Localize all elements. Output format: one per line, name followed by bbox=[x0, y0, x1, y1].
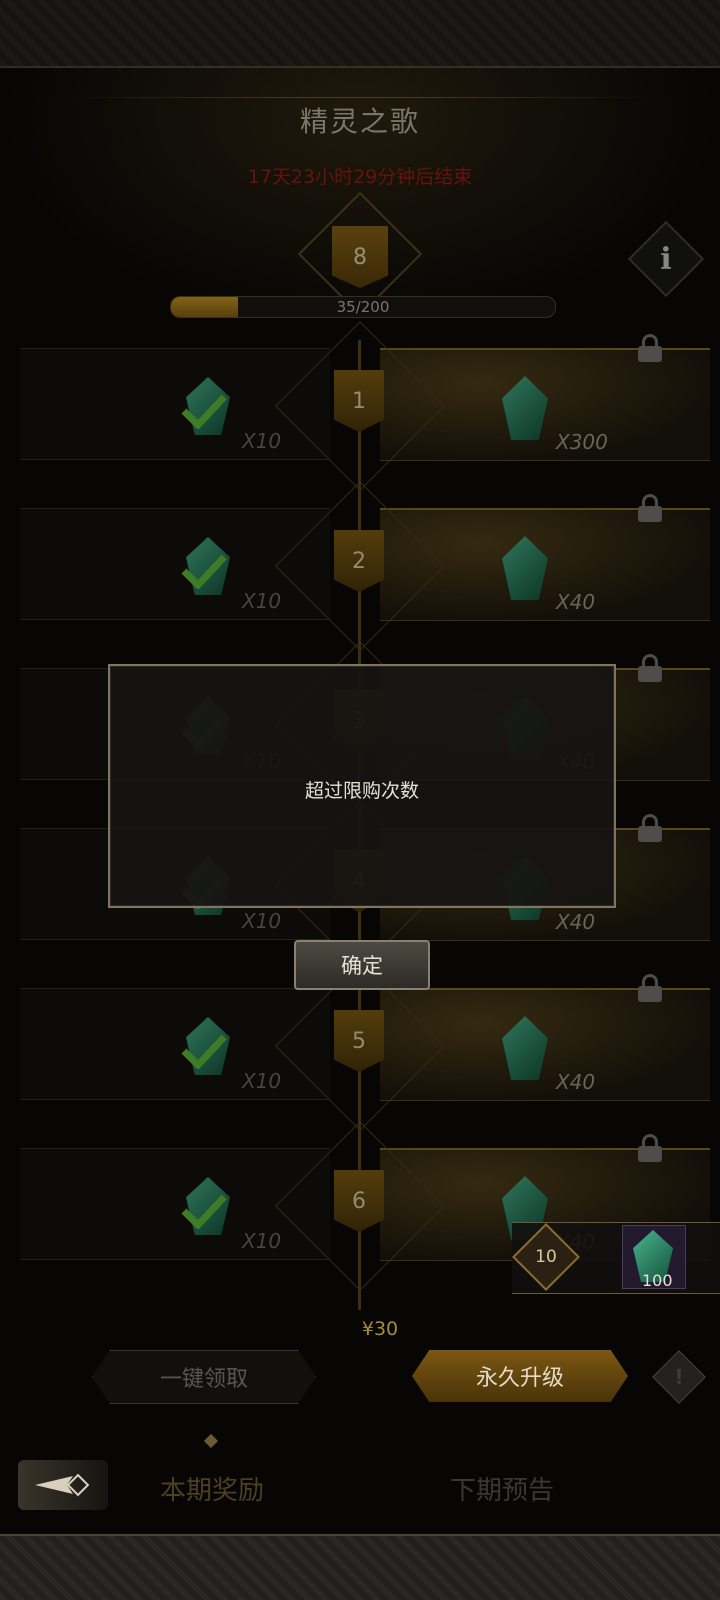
confirm-button[interactable]: 确定 bbox=[294, 940, 430, 990]
bottom-frame bbox=[0, 1534, 720, 1600]
alert-dialog: 超过限购次数 bbox=[108, 664, 616, 908]
permanent-upgrade-button[interactable]: 永久升级 bbox=[412, 1350, 628, 1402]
info-icon: ! bbox=[674, 1365, 684, 1389]
back-arrow-icon bbox=[35, 1473, 90, 1497]
dialog-message: 超过限购次数 bbox=[304, 780, 419, 802]
level-bundle-preview[interactable]: 10 100 bbox=[512, 1222, 720, 1294]
bottom-tab-bar: 本期奖励 下期预告 bbox=[0, 1433, 720, 1530]
tab-current-rewards[interactable]: 本期奖励 bbox=[160, 1470, 264, 1507]
upgrade-price: ¥30 bbox=[361, 1318, 399, 1340]
bundle-level: 10 bbox=[535, 1247, 557, 1267]
tab-next-preview[interactable]: 下期预告 bbox=[450, 1470, 554, 1507]
bundle-item-count: 100 bbox=[642, 1271, 673, 1290]
back-button[interactable] bbox=[18, 1460, 108, 1510]
claim-all-button[interactable]: 一键领取 bbox=[92, 1350, 316, 1404]
